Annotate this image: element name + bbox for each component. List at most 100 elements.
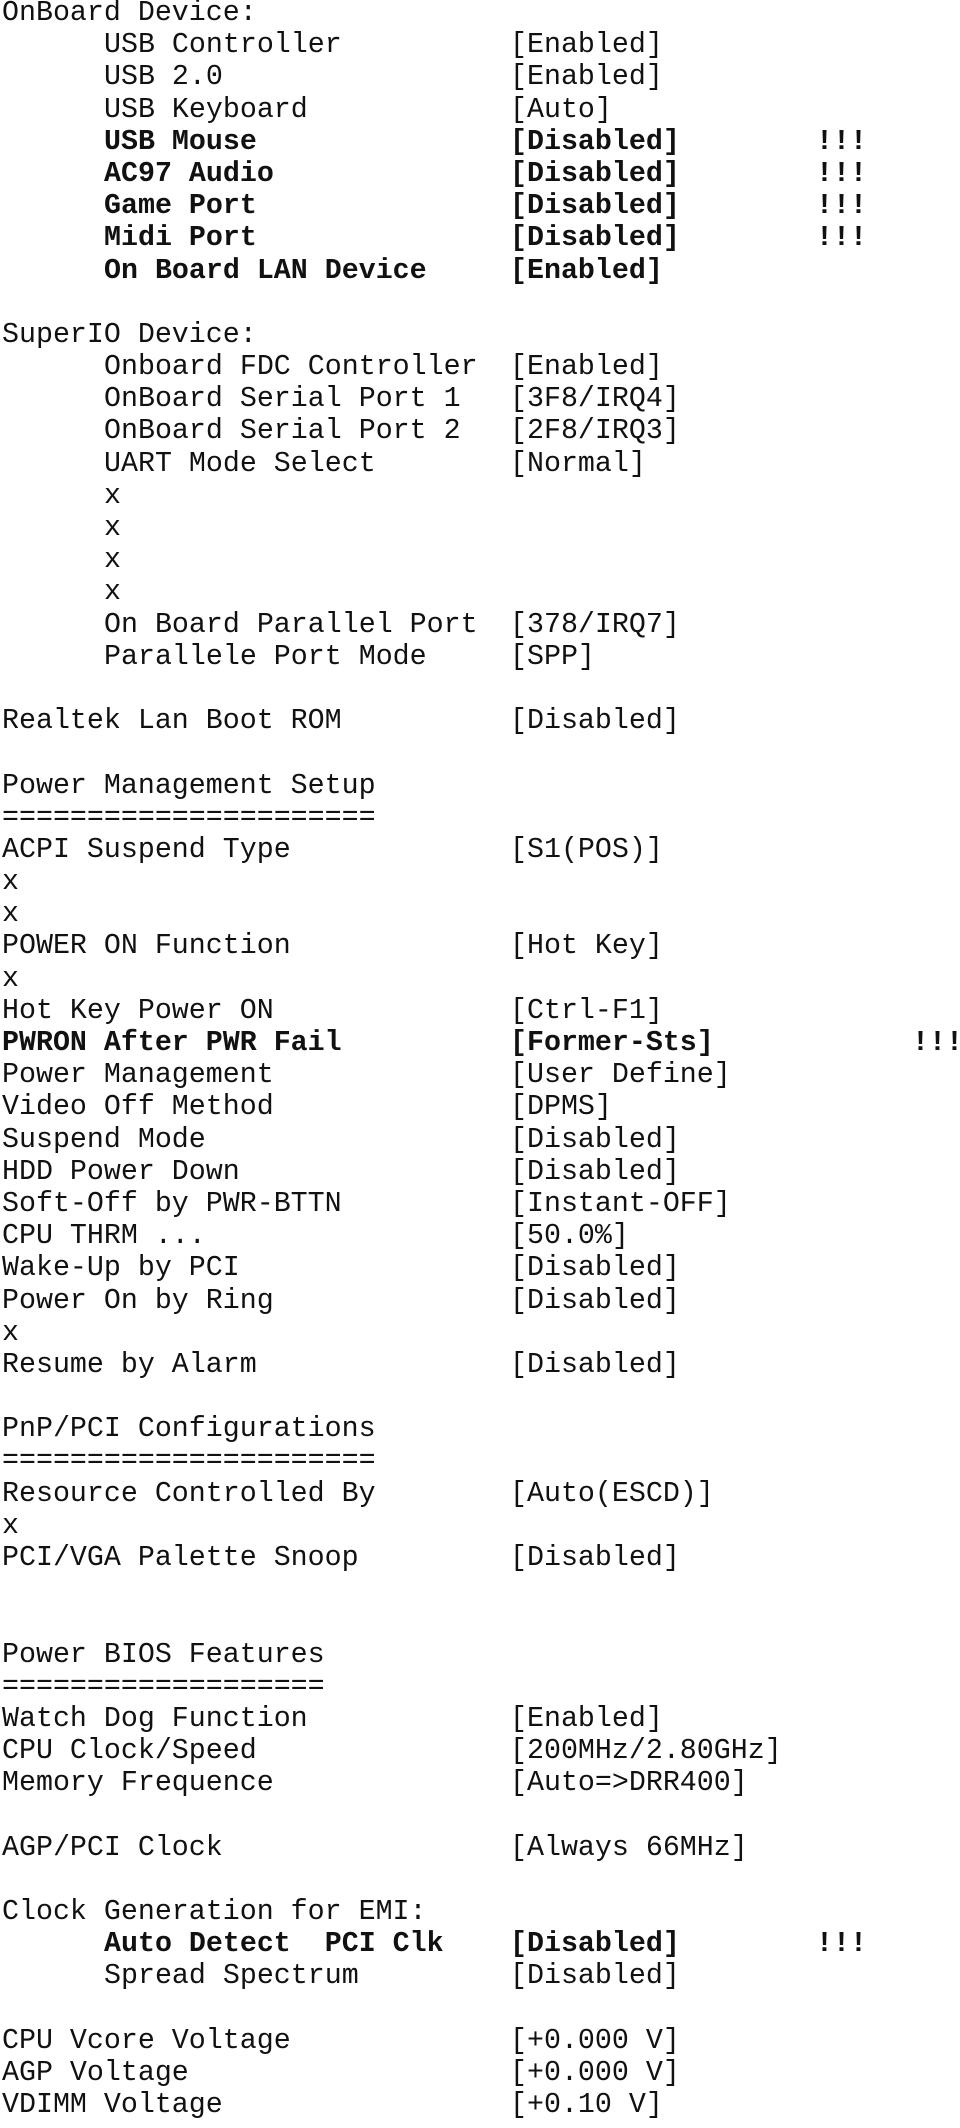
placeholder-row: x (2, 898, 960, 930)
setting-row-onboard-lan: On Board LAN Device [Enabled] (2, 255, 960, 287)
setting-value: [DPMS] (510, 1091, 612, 1124)
setting-value: [2F8/IRQ3] (510, 415, 680, 448)
setting-value: [Disabled] (510, 1284, 680, 1317)
setting-row-usb-2: USB 2.0 [Enabled] (2, 61, 960, 93)
setting-row-power-management: Power Management [User Define] (2, 1059, 960, 1091)
section-title: Power Management Setup (2, 769, 376, 802)
setting-row-suspend-mode: Suspend Mode [Disabled] (2, 1124, 960, 1156)
setting-label: HDD Power Down (2, 1155, 240, 1188)
setting-value: [Auto(ESCD)] (510, 1477, 714, 1510)
setting-row-spread-spectrum: Spread Spectrum [Disabled] (2, 1960, 960, 1992)
setting-value: [+0.000 V] (510, 2057, 680, 2089)
setting-value: [Disabled] (510, 1542, 680, 1574)
warning-flag: !!! (912, 1027, 960, 1059)
setting-row-agp-pci-clock: AGP/PCI Clock [Always 66MHz] (2, 1832, 960, 1864)
setting-row-midi-port: Midi Port [Disabled]!!! (2, 222, 960, 254)
setting-row-soft-off: Soft-Off by PWR-BTTN [Instant-OFF] (2, 1188, 960, 1220)
setting-value: [Hot Key] (510, 930, 663, 963)
placeholder-row: x (2, 544, 960, 576)
setting-row-watch-dog: Watch Dog Function [Enabled] (2, 1703, 960, 1735)
separator-line: ====================== (2, 1445, 376, 1478)
setting-row-hdd-power-down: HDD Power Down [Disabled] (2, 1156, 960, 1188)
setting-row-fdc-controller: Onboard FDC Controller [Enabled] (2, 351, 960, 383)
section-separator: ====================== (2, 1445, 960, 1477)
setting-label: Power On by Ring (2, 1284, 274, 1317)
warning-flag: !!! (816, 125, 867, 158)
bios-settings-document: OnBoard Device: USB Controller [Enabled] … (2, 0, 960, 2121)
setting-value: [Enabled] (510, 29, 663, 62)
setting-row-game-port: Game Port [Disabled]!!! (2, 190, 960, 222)
setting-value: [Instant-OFF] (510, 1187, 731, 1220)
setting-label: Auto Detect PCI Clk (104, 1928, 444, 1961)
setting-row-parallel-port-mode: Parallele Port Mode [SPP] (2, 641, 960, 673)
separator-line: ====================== (2, 801, 376, 834)
setting-row-realtek-lan-boot-rom: Realtek Lan Boot ROM [Disabled] (2, 705, 960, 737)
setting-row-pci-vga-palette-snoop: PCI/VGA Palette Snoop [Disabled] (2, 1542, 960, 1574)
setting-row-usb-mouse: USB Mouse [Disabled]!!! (2, 126, 960, 158)
setting-label: Resource Controlled By (2, 1477, 376, 1510)
setting-row-memory-frequence: Memory Frequence [Auto=>DRR400] (2, 1767, 960, 1799)
setting-label: CPU Vcore Voltage (2, 2024, 291, 2057)
setting-row-cpu-vcore-voltage: CPU Vcore Voltage [+0.000 V] (2, 2025, 960, 2057)
setting-label: AC97 Audio (104, 157, 274, 190)
warning-flag: !!! (816, 157, 867, 190)
warning-flag: !!! (816, 1928, 867, 1961)
placeholder-mark: x (104, 512, 121, 544)
setting-row-serial-port-1: OnBoard Serial Port 1 [3F8/IRQ4] (2, 383, 960, 415)
setting-value: [Disabled] (510, 125, 680, 158)
setting-label: Game Port (104, 190, 257, 223)
setting-label: AGP Voltage (2, 2057, 189, 2089)
setting-row-agp-voltage: AGP Voltage [+0.000 V] (2, 2057, 960, 2089)
setting-row-power-on-function: POWER ON Function [Hot Key] (2, 930, 960, 962)
setting-value: [Enabled] (510, 254, 663, 287)
setting-row-parallel-port: On Board Parallel Port [378/IRQ7] (2, 609, 960, 641)
setting-row-pwron-after-pwr-fail: PWRON After PWR Fail [Former-Sts]!!! (2, 1027, 960, 1059)
setting-value: [Disabled] (510, 1928, 680, 1961)
setting-value: [200MHz/2.80GHz] (510, 1735, 782, 1768)
placeholder-row: x (2, 1317, 960, 1349)
setting-label: Video Off Method (2, 1091, 274, 1124)
setting-value: [Ctrl-F1] (510, 994, 663, 1027)
setting-value: [Disabled] (510, 190, 680, 223)
setting-label: Power Management (2, 1059, 274, 1092)
section-title-clock-emi: Clock Generation for EMI: (2, 1896, 960, 1928)
warning-flag: !!! (816, 190, 867, 223)
warning-flag: !!! (816, 222, 867, 255)
setting-value: [Normal] (510, 447, 646, 480)
section-title-superio-device: SuperIO Device: (2, 319, 960, 351)
setting-value: [378/IRQ7] (510, 608, 680, 641)
setting-row-cpu-clock-speed: CPU Clock/Speed [200MHz/2.80GHz] (2, 1735, 960, 1767)
setting-row-ac97-audio: AC97 Audio [Disabled]!!! (2, 158, 960, 190)
setting-label: On Board LAN Device (104, 254, 427, 287)
placeholder-mark: x (104, 576, 121, 609)
setting-label: Memory Frequence (2, 1767, 274, 1800)
section-title: PnP/PCI Configurations (2, 1413, 376, 1446)
setting-label: Soft-Off by PWR-BTTN (2, 1187, 342, 1220)
setting-value: [+0.10 V] (510, 2089, 663, 2122)
setting-value: [Disabled] (510, 1348, 680, 1381)
setting-value: [Disabled] (510, 1252, 680, 1285)
placeholder-mark: x (104, 479, 121, 512)
section-separator: ====================== (2, 802, 960, 834)
setting-value: [Disabled] (510, 705, 680, 738)
separator-line: =================== (2, 1670, 325, 1703)
setting-value: [Disabled] (510, 157, 680, 190)
setting-row-auto-detect-pci-clk: Auto Detect PCI Clk [Disabled]!!! (2, 1928, 960, 1960)
setting-row-power-on-by-ring: Power On by Ring [Disabled] (2, 1285, 960, 1317)
setting-label: USB Controller (104, 29, 342, 62)
setting-label: OnBoard Serial Port 2 (104, 415, 461, 448)
setting-label: PCI/VGA Palette Snoop (2, 1542, 359, 1574)
placeholder-row: x (2, 480, 960, 512)
setting-row-usb-controller: USB Controller [Enabled] (2, 29, 960, 61)
setting-label: Watch Dog Function (2, 1702, 308, 1735)
setting-row-cpu-thrm: CPU THRM ... [50.0%] (2, 1220, 960, 1252)
setting-label: ACPI Suspend Type (2, 833, 291, 866)
